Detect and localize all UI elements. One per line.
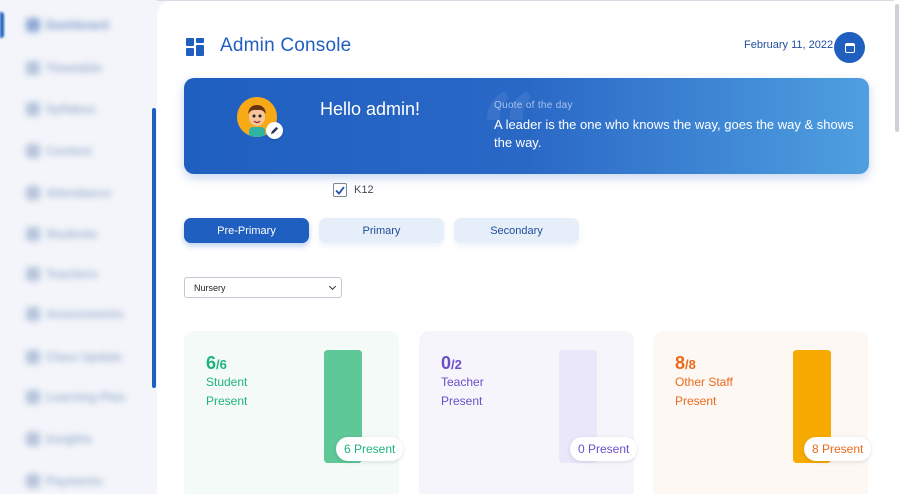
quote-label: Quote of the day bbox=[494, 100, 573, 111]
grid-icon bbox=[186, 38, 204, 56]
k12-label: K12 bbox=[354, 184, 374, 196]
learning-plan-icon bbox=[26, 390, 40, 404]
sidebar-item-label: Content bbox=[46, 144, 92, 158]
assessments-icon bbox=[26, 307, 40, 321]
student-role-label: Student bbox=[206, 375, 248, 389]
class-update-icon bbox=[26, 350, 40, 364]
sidebar-item-assessments[interactable]: Assessments bbox=[26, 307, 123, 321]
student-attendance-card: 6/6 Student Present 6 Present bbox=[184, 331, 404, 494]
sidebar-item-label: Dashboard bbox=[46, 18, 109, 32]
page-title: Admin Console bbox=[220, 35, 352, 56]
sidebar-item-dashboard[interactable]: Dashboard bbox=[26, 18, 109, 32]
payments-icon bbox=[26, 474, 40, 488]
sidebar-item-learning-plan[interactable]: Learning Plan bbox=[26, 390, 125, 404]
sidebar-item-label: Syllabus bbox=[46, 102, 96, 116]
greeting-text: Hello admin! bbox=[320, 99, 421, 119]
pencil-icon bbox=[270, 126, 279, 135]
dashboard-icon bbox=[26, 18, 40, 32]
sidebar-item-label: Learning Plan bbox=[46, 390, 126, 404]
sidebar-item-students[interactable]: Students bbox=[26, 227, 97, 241]
sidebar-item-syllabus[interactable]: Syllabus bbox=[26, 102, 95, 116]
page-scrollbar-thumb[interactable] bbox=[895, 4, 899, 132]
calendar-icon bbox=[844, 42, 855, 53]
sidebar-item-label: Attendance bbox=[46, 186, 112, 200]
teacher-present-count: 0/2 bbox=[441, 353, 462, 373]
students-icon bbox=[26, 227, 40, 241]
sidebar-item-label: Payments bbox=[46, 474, 103, 488]
timetable-icon bbox=[26, 61, 40, 75]
content-icon bbox=[26, 144, 40, 158]
staff-attendance-card: 8/8 Other Staff Present 8 Present bbox=[653, 331, 872, 494]
sidebar-item-class-update[interactable]: Class Update bbox=[26, 350, 122, 364]
sidebar-item-label: Students bbox=[46, 227, 98, 241]
teacher-role-label: Teacher bbox=[441, 375, 484, 389]
sidebar-item-label: Insights bbox=[46, 432, 93, 446]
teacher-present-pill: 0 Present bbox=[570, 437, 638, 461]
tab-primary[interactable]: Primary bbox=[319, 218, 444, 243]
sidebar: Dashboard Timetable Syllabus Content Att… bbox=[0, 0, 157, 494]
sidebar-active-indicator bbox=[0, 12, 4, 38]
checkmark-icon bbox=[335, 185, 345, 195]
sidebar-scrollbar[interactable] bbox=[152, 108, 156, 388]
teacher-attendance-card: 0/2 Teacher Present 0 Present bbox=[419, 331, 638, 494]
sidebar-item-teachers[interactable]: Teachers bbox=[26, 267, 98, 281]
staff-present-count: 8/8 bbox=[675, 353, 696, 373]
sidebar-item-label: Class Update bbox=[46, 350, 123, 364]
insights-icon bbox=[26, 432, 40, 446]
top-divider bbox=[157, 0, 900, 1]
tab-pre-primary[interactable]: Pre-Primary bbox=[184, 218, 309, 243]
student-present-label: Present bbox=[206, 394, 248, 408]
teacher-present-label: Present bbox=[441, 394, 483, 408]
attendance-icon bbox=[26, 186, 40, 200]
sidebar-item-payments[interactable]: Payments bbox=[26, 474, 103, 488]
sidebar-item-timetable[interactable]: Timetable bbox=[26, 61, 102, 75]
student-present-pill: 6 Present bbox=[336, 437, 404, 461]
class-select-value: Nursery bbox=[194, 282, 226, 293]
k12-checkbox[interactable] bbox=[333, 183, 347, 197]
quote-text: A leader is the one who knows the way, g… bbox=[494, 117, 854, 150]
sidebar-item-attendance[interactable]: Attendance bbox=[26, 186, 111, 200]
syllabus-icon bbox=[26, 102, 40, 116]
tab-secondary[interactable]: Secondary bbox=[454, 218, 579, 243]
staff-present-label: Present bbox=[675, 394, 717, 408]
staff-role-label: Other Staff bbox=[675, 375, 733, 389]
sidebar-item-label: Assessments bbox=[46, 307, 124, 321]
sidebar-item-insights[interactable]: Insights bbox=[26, 432, 92, 446]
page-scrollbar[interactable] bbox=[894, 0, 900, 494]
chevron-down-icon bbox=[328, 282, 337, 291]
student-present-count: 6/6 bbox=[206, 353, 227, 373]
staff-present-pill: 8 Present bbox=[804, 437, 872, 461]
class-select[interactable]: Nursery bbox=[184, 277, 342, 298]
sidebar-item-label: Timetable bbox=[46, 61, 102, 75]
sidebar-item-content[interactable]: Content bbox=[26, 144, 91, 158]
sidebar-item-label: Teachers bbox=[46, 267, 98, 281]
edit-avatar-button[interactable] bbox=[266, 122, 283, 139]
teachers-icon bbox=[26, 267, 40, 281]
calendar-button[interactable] bbox=[834, 32, 865, 63]
current-date: February 11, 2022 bbox=[744, 39, 834, 51]
